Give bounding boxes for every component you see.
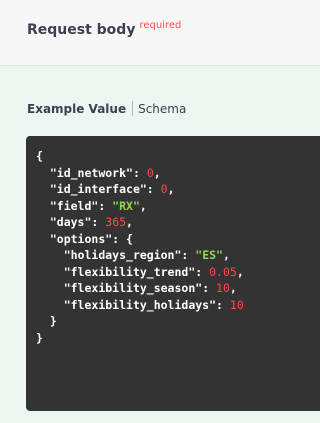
request-body-title: Request body required [27,20,182,38]
json-value: 10 [216,281,230,295]
example-json-code: { "id_network": 0, "id_interface": 0, "f… [36,149,244,345]
json-key: "options" [49,231,113,246]
tab-divider [132,101,134,116]
json-value: 10 [229,297,244,312]
json-options-open-brace: { [126,231,133,246]
json-key: "id_interface" [49,182,147,196]
json-key: "flexibility_trend" [63,264,196,279]
json-options-close-brace: } [49,314,57,328]
request-body-header: Request body required [0,0,320,66]
json-value: 0.05 [209,264,237,279]
json-value: "ES" [195,248,223,262]
json-value: 0 [146,165,154,180]
json-key: "days" [49,215,92,229]
json-open-brace: { [36,149,43,163]
json-close-brace: } [36,330,43,345]
example-tabs: Example Value Schema [27,101,186,116]
json-key: "field" [49,198,99,213]
request-body-label: Request body [27,22,136,38]
json-value: "RX" [112,198,140,213]
json-key: "id_network" [49,165,133,180]
json-key: "holidays_region" [63,248,182,262]
tab-schema[interactable]: Schema [138,102,186,116]
json-value: 0 [160,182,168,196]
required-badge: required [139,20,182,31]
json-key: "flexibility_season" [63,281,203,295]
tab-example-value[interactable]: Example Value [27,102,126,116]
json-key: "flexibility_holidays" [63,297,217,312]
json-value: 365 [105,215,127,229]
